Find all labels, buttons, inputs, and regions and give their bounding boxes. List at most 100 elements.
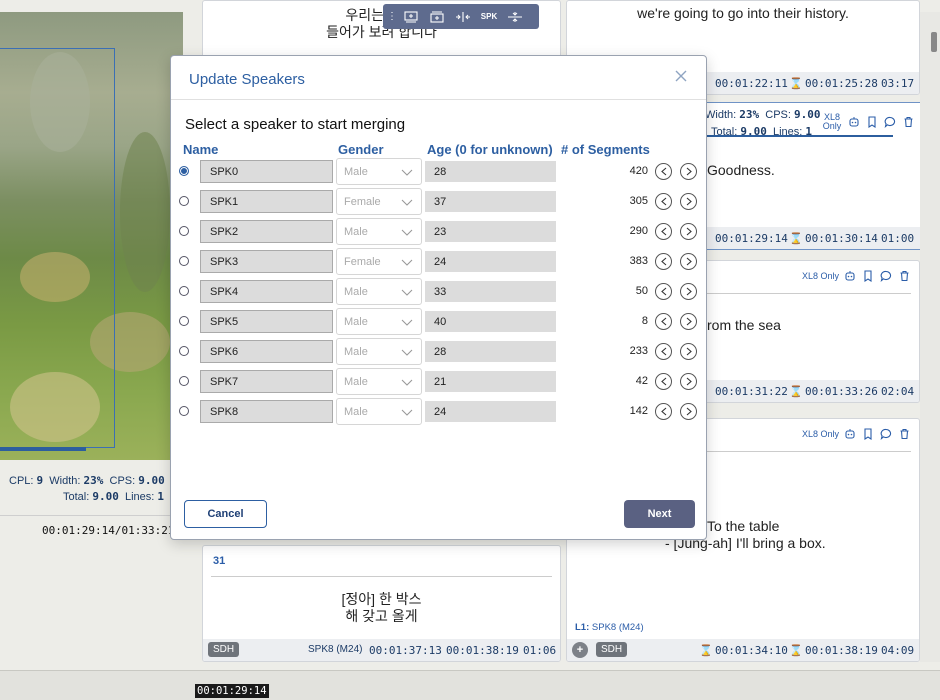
add-button[interactable]: + xyxy=(572,642,588,658)
sdh-badge[interactable]: SDH xyxy=(208,642,240,657)
speaker-name-field[interactable]: SPK1 xyxy=(200,190,333,213)
trash-icon[interactable] xyxy=(897,269,911,283)
prev-segment-button[interactable] xyxy=(655,253,672,270)
prev-segment-button[interactable] xyxy=(655,343,672,360)
gender-select[interactable]: Male xyxy=(336,398,422,425)
time-out[interactable]: 00:01:25:28 xyxy=(805,77,878,90)
time-out[interactable]: 00:01:30:14 xyxy=(805,232,878,245)
speaker-row[interactable]: SPK5 Male 40 8 xyxy=(171,307,708,337)
timeline[interactable] xyxy=(0,670,940,700)
prev-segment-button[interactable] xyxy=(655,373,672,390)
time-out[interactable]: 00:01:33:26 xyxy=(805,385,878,398)
gender-select[interactable]: Male xyxy=(336,308,422,335)
comment-icon[interactable] xyxy=(879,269,893,283)
gender-select[interactable]: Male xyxy=(336,278,422,305)
split-icon[interactable] xyxy=(453,8,473,26)
speaker-row[interactable]: SPK3 Female 24 383 xyxy=(171,247,708,277)
age-field[interactable]: 21 xyxy=(425,371,556,392)
subtitle-card[interactable]: 31 [정아] 한 박스 해 갖고 올게 SDH SPK8 (M24) 00:0… xyxy=(202,545,561,662)
next-segment-button[interactable] xyxy=(680,163,697,180)
bookmark-icon[interactable] xyxy=(865,115,879,129)
robot-icon[interactable] xyxy=(843,269,857,283)
trash-icon[interactable] xyxy=(897,427,911,441)
subtitle-text[interactable]: rom the sea xyxy=(707,317,919,334)
speaker-radio[interactable] xyxy=(179,316,189,326)
speaker-radio[interactable] xyxy=(179,196,189,206)
speaker-radio[interactable] xyxy=(179,376,189,386)
age-field[interactable]: 40 xyxy=(425,311,556,332)
next-segment-button[interactable] xyxy=(680,193,697,210)
speaker-row[interactable]: SPK4 Male 33 50 xyxy=(171,277,708,307)
age-field[interactable]: 28 xyxy=(425,341,556,362)
next-button[interactable]: Next xyxy=(624,500,695,528)
insert-below-icon[interactable] xyxy=(427,8,447,26)
gender-select[interactable]: Female xyxy=(336,248,422,275)
speaker-radio[interactable] xyxy=(179,406,189,416)
age-field[interactable]: 24 xyxy=(425,401,556,422)
speaker-name-field[interactable]: SPK6 xyxy=(200,340,333,363)
time-in[interactable]: 00:01:29:14 xyxy=(715,232,788,245)
speaker-radio[interactable] xyxy=(179,286,189,296)
next-segment-button[interactable] xyxy=(680,373,697,390)
subtitle-text[interactable]: [정아] 한 박스 해 갖고 올게 xyxy=(203,591,560,625)
gender-select[interactable]: Male xyxy=(336,368,422,395)
speaker-name-field[interactable]: SPK3 xyxy=(200,250,333,273)
trash-icon[interactable] xyxy=(901,115,915,129)
close-icon[interactable] xyxy=(672,68,690,86)
speaker-radio[interactable] xyxy=(179,256,189,266)
speaker-row[interactable]: SPK1 Female 37 305 xyxy=(171,187,708,217)
subtitle-text[interactable]: Goodness. xyxy=(707,162,923,179)
next-segment-button[interactable] xyxy=(680,223,697,240)
comment-icon[interactable] xyxy=(879,427,893,441)
speaker-label[interactable]: SPK8 (M24) xyxy=(308,644,362,655)
time-in[interactable]: 00:01:31:22 xyxy=(715,385,788,398)
speaker-row[interactable]: SPK7 Male 21 42 xyxy=(171,367,708,397)
gender-select[interactable]: Male xyxy=(336,338,422,365)
age-field[interactable]: 37 xyxy=(425,191,556,212)
speaker-button[interactable]: SPK xyxy=(479,8,499,26)
next-segment-button[interactable] xyxy=(680,343,697,360)
comment-icon[interactable] xyxy=(883,115,897,129)
subtitle-text[interactable]: we're going to go into their history. xyxy=(567,5,919,22)
video-progress-bar[interactable] xyxy=(0,447,86,451)
time-in[interactable]: 00:01:22:11 xyxy=(715,77,788,90)
cancel-button[interactable]: Cancel xyxy=(184,500,267,528)
time-in[interactable]: 00:01:37:13 xyxy=(369,644,442,657)
speaker-name-field[interactable]: SPK7 xyxy=(200,370,333,393)
speaker-radio[interactable] xyxy=(179,346,189,356)
time-out[interactable]: 00:01:38:19 xyxy=(805,644,878,657)
merge-icon[interactable] xyxy=(505,8,525,26)
age-field[interactable]: 23 xyxy=(425,221,556,242)
speaker-radio[interactable] xyxy=(179,226,189,236)
prev-segment-button[interactable] xyxy=(655,283,672,300)
speaker-name-field[interactable]: SPK0 xyxy=(200,160,333,183)
speaker-row[interactable]: SPK2 Male 23 290 xyxy=(171,217,708,247)
prev-segment-button[interactable] xyxy=(655,193,672,210)
gender-select[interactable]: Male xyxy=(336,218,422,245)
sdh-badge[interactable]: SDH xyxy=(596,642,628,657)
speaker-row[interactable]: SPK8 Male 24 142 xyxy=(171,397,708,427)
scrollbar-thumb[interactable] xyxy=(931,32,937,52)
insert-above-icon[interactable] xyxy=(401,8,421,26)
gender-select[interactable]: Male xyxy=(336,158,422,185)
video-preview[interactable] xyxy=(0,12,183,460)
speaker-radio[interactable] xyxy=(179,166,189,176)
bookmark-icon[interactable] xyxy=(861,427,875,441)
next-segment-button[interactable] xyxy=(680,313,697,330)
age-field[interactable]: 33 xyxy=(425,281,556,302)
time-in[interactable]: 00:01:34:10 xyxy=(715,644,788,657)
prev-segment-button[interactable] xyxy=(655,313,672,330)
speaker-name-field[interactable]: SPK2 xyxy=(200,220,333,243)
bookmark-icon[interactable] xyxy=(861,269,875,283)
prev-segment-button[interactable] xyxy=(655,403,672,420)
time-out[interactable]: 00:01:38:19 xyxy=(446,644,519,657)
robot-icon[interactable] xyxy=(847,115,861,129)
robot-icon[interactable] xyxy=(843,427,857,441)
age-field[interactable]: 24 xyxy=(425,251,556,272)
next-segment-button[interactable] xyxy=(680,403,697,420)
prev-segment-button[interactable] xyxy=(655,163,672,180)
speaker-row[interactable]: SPK0 Male 28 420 xyxy=(171,157,708,187)
next-segment-button[interactable] xyxy=(680,253,697,270)
gender-select[interactable]: Female xyxy=(336,188,422,215)
speaker-name-field[interactable]: SPK5 xyxy=(200,310,333,333)
